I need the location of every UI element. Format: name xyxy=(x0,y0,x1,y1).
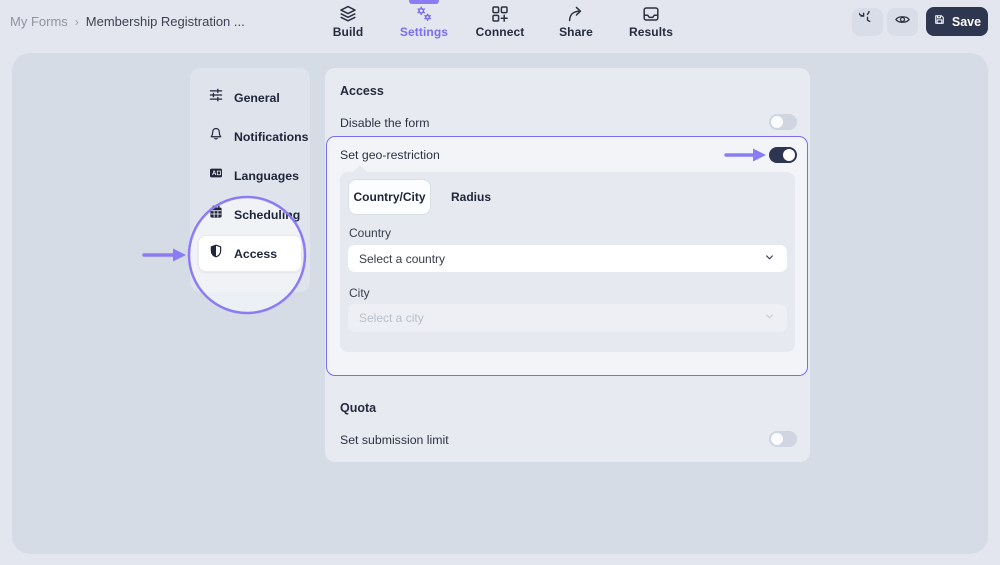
history-icon xyxy=(857,4,876,33)
city-select[interactable]: Select a city xyxy=(348,304,787,332)
svg-text:A: A xyxy=(212,171,217,177)
bell-icon xyxy=(208,126,224,147)
tab-connect-label: Connect xyxy=(475,25,525,39)
connect-icon xyxy=(490,4,510,24)
sliders-icon xyxy=(208,87,224,108)
translate-icon: A xyxy=(208,165,224,186)
sidebar-item-general[interactable]: General xyxy=(190,78,310,117)
sidebar-item-label: Notifications xyxy=(234,129,309,144)
results-icon xyxy=(641,4,661,24)
tab-country-city-label: Country/City xyxy=(353,190,426,204)
submission-limit-toggle[interactable] xyxy=(769,431,797,447)
city-select-placeholder: Select a city xyxy=(359,311,424,325)
geo-restriction-label: Set geo-restriction xyxy=(340,148,440,162)
geo-restriction-toggle[interactable] xyxy=(769,147,797,163)
disable-form-label: Disable the form xyxy=(340,116,430,130)
toggle-knob xyxy=(771,433,783,445)
tab-settings[interactable]: Settings xyxy=(389,4,459,48)
country-select-value: Select a country xyxy=(359,251,446,266)
sidebar-item-notifications[interactable]: Notifications xyxy=(190,117,310,156)
toggle-knob xyxy=(783,149,795,161)
tab-share[interactable]: Share xyxy=(541,4,611,48)
eye-icon xyxy=(894,11,911,33)
shield-icon xyxy=(208,243,224,264)
tab-settings-label: Settings xyxy=(399,25,449,39)
breadcrumb-current-form[interactable]: Membership Registration ... xyxy=(86,14,245,29)
tab-connect[interactable]: Connect xyxy=(465,4,535,48)
quota-section-title: Quota xyxy=(340,401,377,415)
breadcrumb: My Forms › Membership Registration ... xyxy=(10,14,245,29)
tab-results-label: Results xyxy=(628,25,674,39)
tab-build[interactable]: Build xyxy=(313,4,383,48)
geo-panel-notch xyxy=(352,165,368,173)
city-field-label: City xyxy=(349,286,370,300)
active-tab-indicator xyxy=(409,0,439,4)
settings-icon xyxy=(414,4,434,24)
breadcrumb-my-forms[interactable]: My Forms xyxy=(10,14,68,29)
build-icon xyxy=(338,4,358,24)
tab-country-city[interactable]: Country/City xyxy=(348,179,431,215)
submission-limit-label: Set submission limit xyxy=(340,433,449,447)
disable-form-toggle[interactable] xyxy=(769,114,797,130)
tab-radius-label: Radius xyxy=(450,190,491,204)
chevron-down-icon xyxy=(763,251,776,267)
tab-build-label: Build xyxy=(332,25,364,39)
preview-button[interactable] xyxy=(887,8,918,36)
sidebar-item-languages[interactable]: A Languages xyxy=(190,156,310,195)
sidebar-item-label: Scheduling xyxy=(234,207,301,222)
country-field-label: Country xyxy=(349,226,392,240)
tab-share-label: Share xyxy=(559,25,593,39)
country-select[interactable]: Select a country xyxy=(348,245,787,272)
revision-history-button[interactable] xyxy=(852,4,883,36)
sidebar-item-scheduling[interactable]: Scheduling xyxy=(190,195,310,234)
sidebar-item-access[interactable]: Access xyxy=(190,234,310,273)
save-icon xyxy=(933,13,946,31)
tab-results[interactable]: Results xyxy=(616,4,686,48)
share-icon xyxy=(566,4,586,24)
sidebar-item-label: Languages xyxy=(234,168,299,183)
calendar-icon xyxy=(208,204,224,225)
tab-radius[interactable]: Radius xyxy=(440,179,502,215)
sidebar-item-label: General xyxy=(234,90,280,105)
breadcrumb-separator: › xyxy=(74,14,79,29)
sidebar-item-label: Access xyxy=(234,246,278,261)
save-button[interactable]: Save xyxy=(926,7,988,36)
toggle-knob xyxy=(771,116,783,128)
save-button-label: Save xyxy=(951,14,982,29)
chevron-down-icon xyxy=(763,310,776,326)
access-section-title: Access xyxy=(340,84,384,98)
